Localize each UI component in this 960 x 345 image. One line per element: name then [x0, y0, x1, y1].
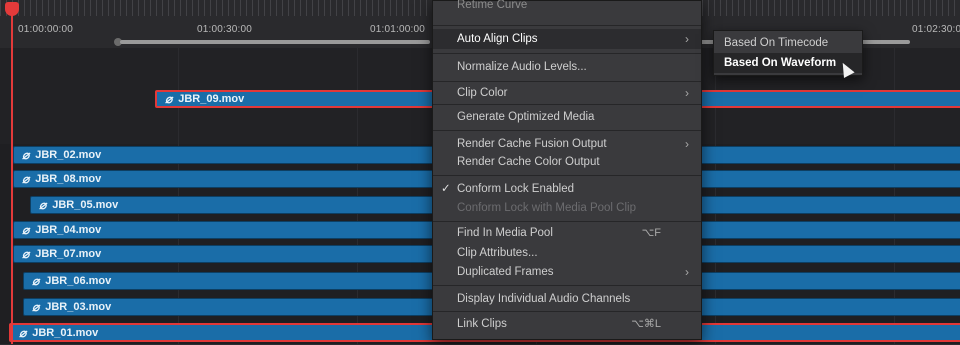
menu-item-label: Auto Align Clips	[457, 33, 538, 45]
menu-item-label: Render Cache Fusion Output	[457, 138, 607, 150]
menu-item-label: Display Individual Audio Channels	[457, 293, 631, 305]
playhead-marker[interactable]	[5, 2, 19, 16]
submenu-item-based-on-timecode[interactable]: Based On Timecode	[714, 33, 862, 53]
clip-name: JBR_04.mov	[35, 224, 102, 236]
timecode-label: 01:02:30:0	[912, 24, 960, 35]
shortcut-label: ⌥F	[641, 227, 661, 239]
timecode-label: 01:01:00:00	[370, 24, 426, 35]
link-icon: ⌀	[22, 148, 30, 162]
shortcut-label: ⌥⌘L	[631, 318, 661, 330]
clip-context-menu: Retime Curve Auto Align Clips › Normaliz…	[432, 0, 702, 340]
menu-item-conform-lock-enabled[interactable]: ✓ Conform Lock Enabled	[433, 179, 701, 199]
menu-separator	[433, 104, 701, 105]
menu-item-display-audio-channels[interactable]: Display Individual Audio Channels	[433, 289, 701, 309]
menu-item-normalize-audio[interactable]: Normalize Audio Levels...	[433, 57, 701, 77]
menu-item-render-cache-color[interactable]: Render Cache Color Output	[433, 152, 701, 172]
clip-name: JBR_06.mov	[45, 275, 112, 287]
menu-separator	[433, 311, 701, 312]
chevron-right-icon: ›	[685, 86, 689, 100]
playhead-line[interactable]	[11, 12, 13, 344]
menu-separator	[433, 53, 701, 54]
menu-item-label: Conform Lock Enabled	[457, 183, 574, 195]
menu-item-label: Find In Media Pool	[457, 227, 553, 239]
menu-item-duplicated-frames[interactable]: Duplicated Frames ›	[433, 262, 701, 282]
clip-name: JBR_07.mov	[35, 248, 102, 260]
menu-item-render-cache-fusion[interactable]: Render Cache Fusion Output ›	[433, 134, 701, 154]
clip-name: JBR_03.mov	[45, 301, 112, 313]
menu-item-label: Clip Attributes...	[457, 247, 538, 259]
menu-item-label: Normalize Audio Levels...	[457, 61, 587, 73]
menu-item-retime-curve[interactable]: Retime Curve	[433, 0, 701, 15]
link-icon: ⌀	[22, 172, 30, 186]
chevron-right-icon: ›	[685, 137, 689, 151]
submenu-item-label: Based On Waveform	[724, 57, 837, 69]
menu-item-link-clips[interactable]: Link Clips ⌥⌘L	[433, 314, 701, 334]
menu-separator	[433, 175, 701, 176]
clip-name: JBR_01.mov	[32, 326, 99, 339]
menu-item-generate-optimized-media[interactable]: Generate Optimized Media	[433, 107, 701, 127]
link-icon: ⌀	[22, 223, 30, 237]
link-icon: ⌀	[19, 325, 27, 340]
clip-name: JBR_05.mov	[52, 199, 119, 211]
chevron-right-icon: ›	[685, 32, 689, 46]
menu-item-label: Link Clips	[457, 318, 507, 330]
menu-item-find-in-media-pool[interactable]: Find In Media Pool ⌥F	[433, 223, 701, 243]
menu-item-label: Clip Color	[457, 87, 508, 99]
link-icon: ⌀	[22, 247, 30, 261]
menu-item-label: Generate Optimized Media	[457, 111, 595, 123]
menu-item-conform-lock-media-pool: Conform Lock with Media Pool Clip	[433, 198, 701, 218]
timeline-scrollbar[interactable]	[120, 40, 430, 44]
menu-item-label: Retime Curve	[457, 0, 528, 11]
menu-item-label: Duplicated Frames	[457, 266, 554, 278]
menu-separator	[433, 81, 701, 82]
chevron-right-icon: ›	[685, 265, 689, 279]
submenu-item-label: Based On Timecode	[724, 37, 829, 49]
menu-item-label: Render Cache Color Output	[457, 156, 600, 168]
menu-separator	[433, 285, 701, 286]
clip-name: JBR_09.mov	[178, 93, 245, 105]
menu-item-label: Conform Lock with Media Pool Clip	[457, 202, 636, 214]
checkmark-icon: ✓	[441, 183, 451, 195]
menu-item-clip-color[interactable]: Clip Color ›	[433, 83, 701, 103]
menu-separator	[433, 25, 701, 26]
link-icon: ⌀	[32, 300, 40, 314]
link-icon: ⌀	[39, 198, 47, 212]
menu-item-clip-attributes[interactable]: Clip Attributes...	[433, 243, 701, 263]
link-icon: ⌀	[32, 274, 40, 288]
menu-separator	[433, 221, 701, 222]
clip-name: JBR_02.mov	[35, 149, 102, 161]
clip-name: JBR_08.mov	[35, 173, 102, 185]
link-icon: ⌀	[165, 92, 173, 106]
menu-separator	[433, 130, 701, 131]
timecode-label: 01:00:30:00	[197, 24, 253, 35]
timecode-label: 01:00:00:00	[18, 24, 74, 35]
menu-item-auto-align-clips[interactable]: Auto Align Clips ›	[433, 29, 701, 49]
